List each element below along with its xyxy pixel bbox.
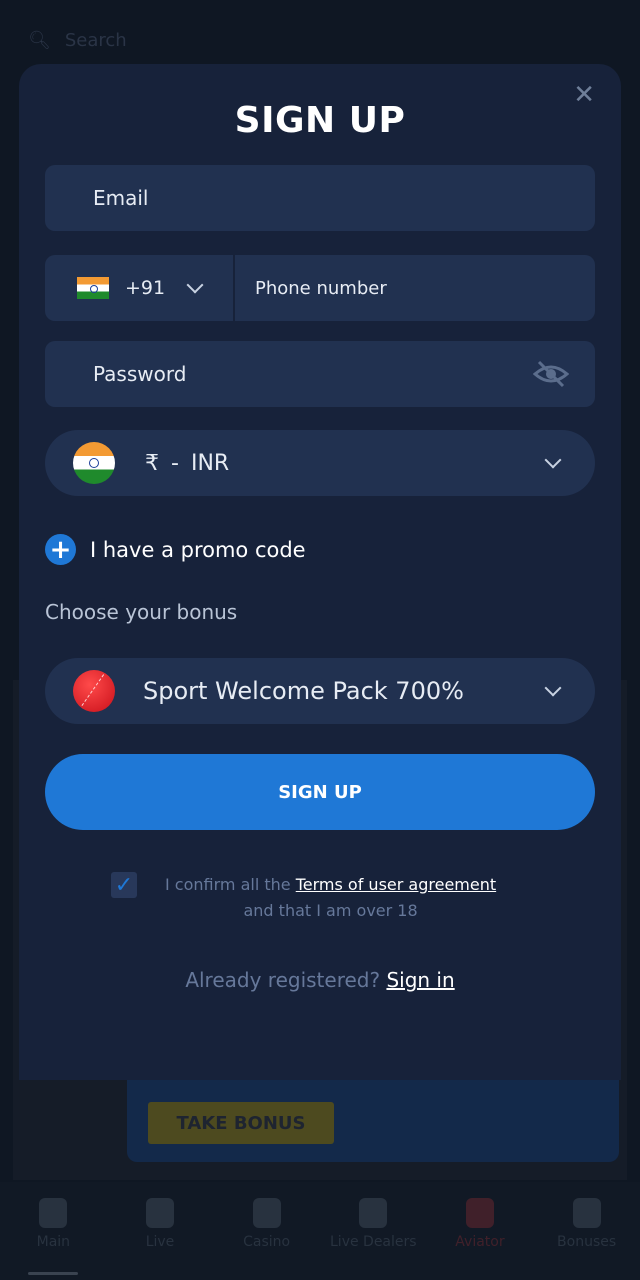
cricket-ball-icon [73,670,115,712]
india-flag-icon [73,442,115,484]
nav-label: Bonuses [557,1234,617,1250]
nav-label: Aviator [455,1234,505,1250]
confirm-post: and that I am over 18 [243,901,418,920]
currency-code: INR [190,450,230,476]
terms-checkbox[interactable]: ✓ [111,872,137,898]
search-placeholder: Search [64,30,127,51]
modal-title: SIGN UP [234,100,406,141]
password-field[interactable]: Password [45,341,595,407]
chevron-down-icon [186,276,204,294]
india-flag-icon [77,277,109,299]
choose-bonus-label: Choose your bonus [45,600,238,624]
promo-label: I have a promo code [90,537,306,562]
country-code: +91 [125,277,166,299]
bottom-nav: Main Live Casino Live Dealers Aviator Bo… [0,1182,640,1280]
take-bonus-button: TAKE BONUS [148,1102,334,1144]
already-text: Already registered? [185,968,381,992]
currency-select[interactable]: ₹ - INR [45,430,595,496]
chevron-down-icon [544,679,562,697]
terms-text: I confirm all the Terms of user agreemen… [165,872,496,924]
currency-symbol: ₹ [145,450,159,476]
terms-confirm: ✓ I confirm all the Terms of user agreem… [111,872,496,924]
nav-label: Live Dealers [330,1234,417,1250]
sign-in-link[interactable]: Sign in [386,968,454,992]
club-icon [252,1198,281,1228]
nav-bonuses: Bonuses [537,1198,637,1280]
nav-casino: Casino [217,1198,317,1280]
email-placeholder: Email [93,186,149,210]
password-placeholder: Password [93,362,187,386]
signup-modal: ✕ SIGN UP Email +91 Phone number Passwor… [19,64,621,1080]
phone-input[interactable]: Phone number [235,255,595,321]
eye-off-icon[interactable] [533,360,569,388]
checkmark-icon: ✓ [114,872,134,898]
dealer-icon [359,1198,388,1228]
promo-code-toggle[interactable]: + I have a promo code [45,534,306,565]
nav-live: Live [110,1198,210,1280]
bonus-select[interactable]: Sport Welcome Pack 700% [45,658,595,724]
country-code-select[interactable]: +91 [45,255,235,321]
terms-link[interactable]: Terms of user agreement [296,875,496,894]
nav-label: Live [145,1234,175,1250]
already-registered: Already registered? Sign in [19,968,621,992]
search-icon: 🔍︎ [28,30,51,51]
stadium-icon [145,1198,174,1228]
search-bar: 🔍︎ Search [28,30,127,51]
phone-placeholder: Phone number [255,277,387,299]
chevron-down-icon [544,451,562,469]
nav-aviator: Aviator [430,1198,530,1280]
confirm-pre: I confirm all the [165,875,291,894]
phone-field: +91 Phone number [45,255,595,321]
grid-icon [39,1198,68,1228]
plus-icon: + [45,534,76,565]
aviator-icon [465,1198,494,1228]
nav-live-dealers: Live Dealers [323,1198,423,1280]
nav-main: Main [3,1198,103,1280]
signup-button[interactable]: SIGN UP [45,754,595,830]
currency-separator: - [171,450,179,476]
home-indicator [28,1272,78,1275]
email-field[interactable]: Email [45,165,595,231]
nav-label: Main [36,1234,71,1250]
bonus-selected: Sport Welcome Pack 700% [143,677,464,705]
nav-label: Casino [243,1234,291,1250]
gift-icon [572,1198,601,1228]
